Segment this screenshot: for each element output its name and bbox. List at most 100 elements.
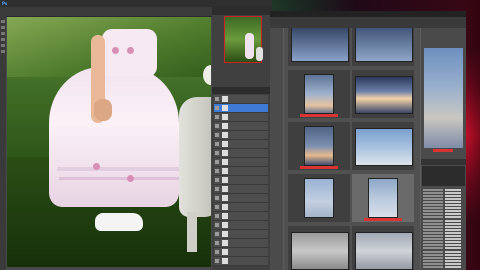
layer-row[interactable] xyxy=(214,104,268,113)
layer-row[interactable] xyxy=(214,113,268,122)
visibility-eye-icon[interactable] xyxy=(215,160,219,164)
layer-row[interactable] xyxy=(214,140,268,149)
layer-row[interactable] xyxy=(214,203,268,212)
crop-tool-icon[interactable] xyxy=(1,38,5,41)
metadata-row xyxy=(423,266,465,269)
layer-row[interactable] xyxy=(214,248,268,257)
content-grid[interactable] xyxy=(284,28,420,270)
thumbnail-cell[interactable] xyxy=(352,28,414,66)
dress-flower xyxy=(93,163,100,170)
thumbnail-cell[interactable] xyxy=(288,28,350,66)
document-canvas[interactable] xyxy=(7,17,211,267)
thumbnail-image[interactable] xyxy=(355,128,413,166)
visibility-eye-icon[interactable] xyxy=(215,250,219,254)
layer-row[interactable] xyxy=(214,230,268,239)
visibility-eye-icon[interactable] xyxy=(215,205,219,209)
visibility-eye-icon[interactable] xyxy=(215,241,219,245)
dress-hem-stripe xyxy=(59,177,179,180)
thumbnail-image[interactable] xyxy=(368,178,398,218)
ps-logo-icon[interactable]: Ps xyxy=(2,1,7,6)
metadata-value xyxy=(445,266,461,268)
dress-flower xyxy=(112,47,119,54)
lamb-leg xyxy=(187,212,197,252)
thumbnail-image[interactable] xyxy=(304,178,334,218)
bridge-toolbar[interactable] xyxy=(270,17,466,28)
thumbnail-image[interactable] xyxy=(304,74,334,114)
thumbnail-image[interactable] xyxy=(291,28,349,62)
layer-row[interactable] xyxy=(214,158,268,167)
layer-row[interactable] xyxy=(214,212,268,221)
metadata-header[interactable] xyxy=(421,159,466,165)
thumbnail-cell[interactable] xyxy=(288,174,350,222)
lamb-body xyxy=(179,97,211,217)
tools-panel[interactable] xyxy=(0,16,6,270)
thumbnail-cell[interactable] xyxy=(288,122,350,170)
layer-thumbnail xyxy=(222,186,228,192)
thumbnail-cell[interactable] xyxy=(288,226,350,270)
bridge-left-panel[interactable] xyxy=(270,28,283,270)
layer-row[interactable] xyxy=(214,122,268,131)
thumbnail-image[interactable] xyxy=(355,232,413,270)
thumbnail-cell[interactable] xyxy=(352,70,414,118)
thumbnail-image[interactable] xyxy=(304,126,334,166)
layer-thumbnail xyxy=(222,123,228,129)
marquee-tool-icon[interactable] xyxy=(1,26,5,29)
visibility-eye-icon[interactable] xyxy=(215,106,219,110)
preview-image[interactable] xyxy=(424,48,463,148)
layer-row[interactable] xyxy=(214,167,268,176)
visibility-eye-icon[interactable] xyxy=(215,214,219,218)
brush-tool-icon[interactable] xyxy=(1,44,5,47)
layers-panel-header[interactable] xyxy=(212,87,270,94)
visibility-eye-icon[interactable] xyxy=(215,124,219,128)
visibility-eye-icon[interactable] xyxy=(215,178,219,182)
layer-row[interactable] xyxy=(214,239,268,248)
options-bar[interactable] xyxy=(0,7,220,17)
layer-row[interactable] xyxy=(214,221,268,230)
thumbnail-image[interactable] xyxy=(355,28,413,62)
lasso-tool-icon[interactable] xyxy=(1,32,5,35)
dress-flower xyxy=(127,47,134,54)
layer-thumbnail xyxy=(222,114,228,120)
thumbnail-cell[interactable] xyxy=(352,174,414,222)
layer-row[interactable] xyxy=(214,257,268,266)
layer-thumbnail xyxy=(222,249,228,255)
visibility-eye-icon[interactable] xyxy=(215,133,219,137)
layer-row[interactable] xyxy=(214,185,268,194)
dress-flower xyxy=(127,175,134,182)
thumbnail-image[interactable] xyxy=(355,76,413,114)
visibility-eye-icon[interactable] xyxy=(215,115,219,119)
eraser-tool-icon[interactable] xyxy=(1,50,5,53)
visibility-eye-icon[interactable] xyxy=(215,196,219,200)
photoshop-menubar: Ps xyxy=(0,0,272,7)
layer-thumbnail xyxy=(222,132,228,138)
visibility-eye-icon[interactable] xyxy=(215,151,219,155)
layer-thumbnail xyxy=(222,150,228,156)
visibility-eye-icon[interactable] xyxy=(215,169,219,173)
move-tool-icon[interactable] xyxy=(1,20,5,23)
thumbnail-cell[interactable] xyxy=(288,70,350,118)
thumbnail-cell[interactable] xyxy=(352,226,414,270)
navigator-tabs[interactable] xyxy=(212,7,272,15)
visibility-eye-icon[interactable] xyxy=(215,223,219,227)
photoshop-window: Ps xyxy=(0,0,272,270)
layer-row[interactable] xyxy=(214,176,268,185)
layer-row[interactable] xyxy=(214,131,268,140)
navigator-girl xyxy=(245,33,254,59)
layer-thumbnail xyxy=(222,222,228,228)
layer-thumbnail xyxy=(222,204,228,210)
visibility-eye-icon[interactable] xyxy=(215,97,219,101)
visibility-eye-icon[interactable] xyxy=(215,142,219,146)
thumbnail-cell[interactable] xyxy=(352,122,414,170)
metadata-summary xyxy=(422,166,465,186)
visibility-eye-icon[interactable] xyxy=(215,187,219,191)
layer-row[interactable] xyxy=(214,95,268,104)
layer-row[interactable] xyxy=(214,194,268,203)
layer-thumbnail xyxy=(222,258,228,264)
visibility-eye-icon[interactable] xyxy=(215,232,219,236)
color-label-bar xyxy=(364,218,402,221)
layer-thumbnail xyxy=(222,195,228,201)
layer-row[interactable] xyxy=(214,149,268,158)
navigator-thumbnail[interactable] xyxy=(224,16,263,63)
thumbnail-image[interactable] xyxy=(291,232,349,270)
visibility-eye-icon[interactable] xyxy=(215,259,219,263)
